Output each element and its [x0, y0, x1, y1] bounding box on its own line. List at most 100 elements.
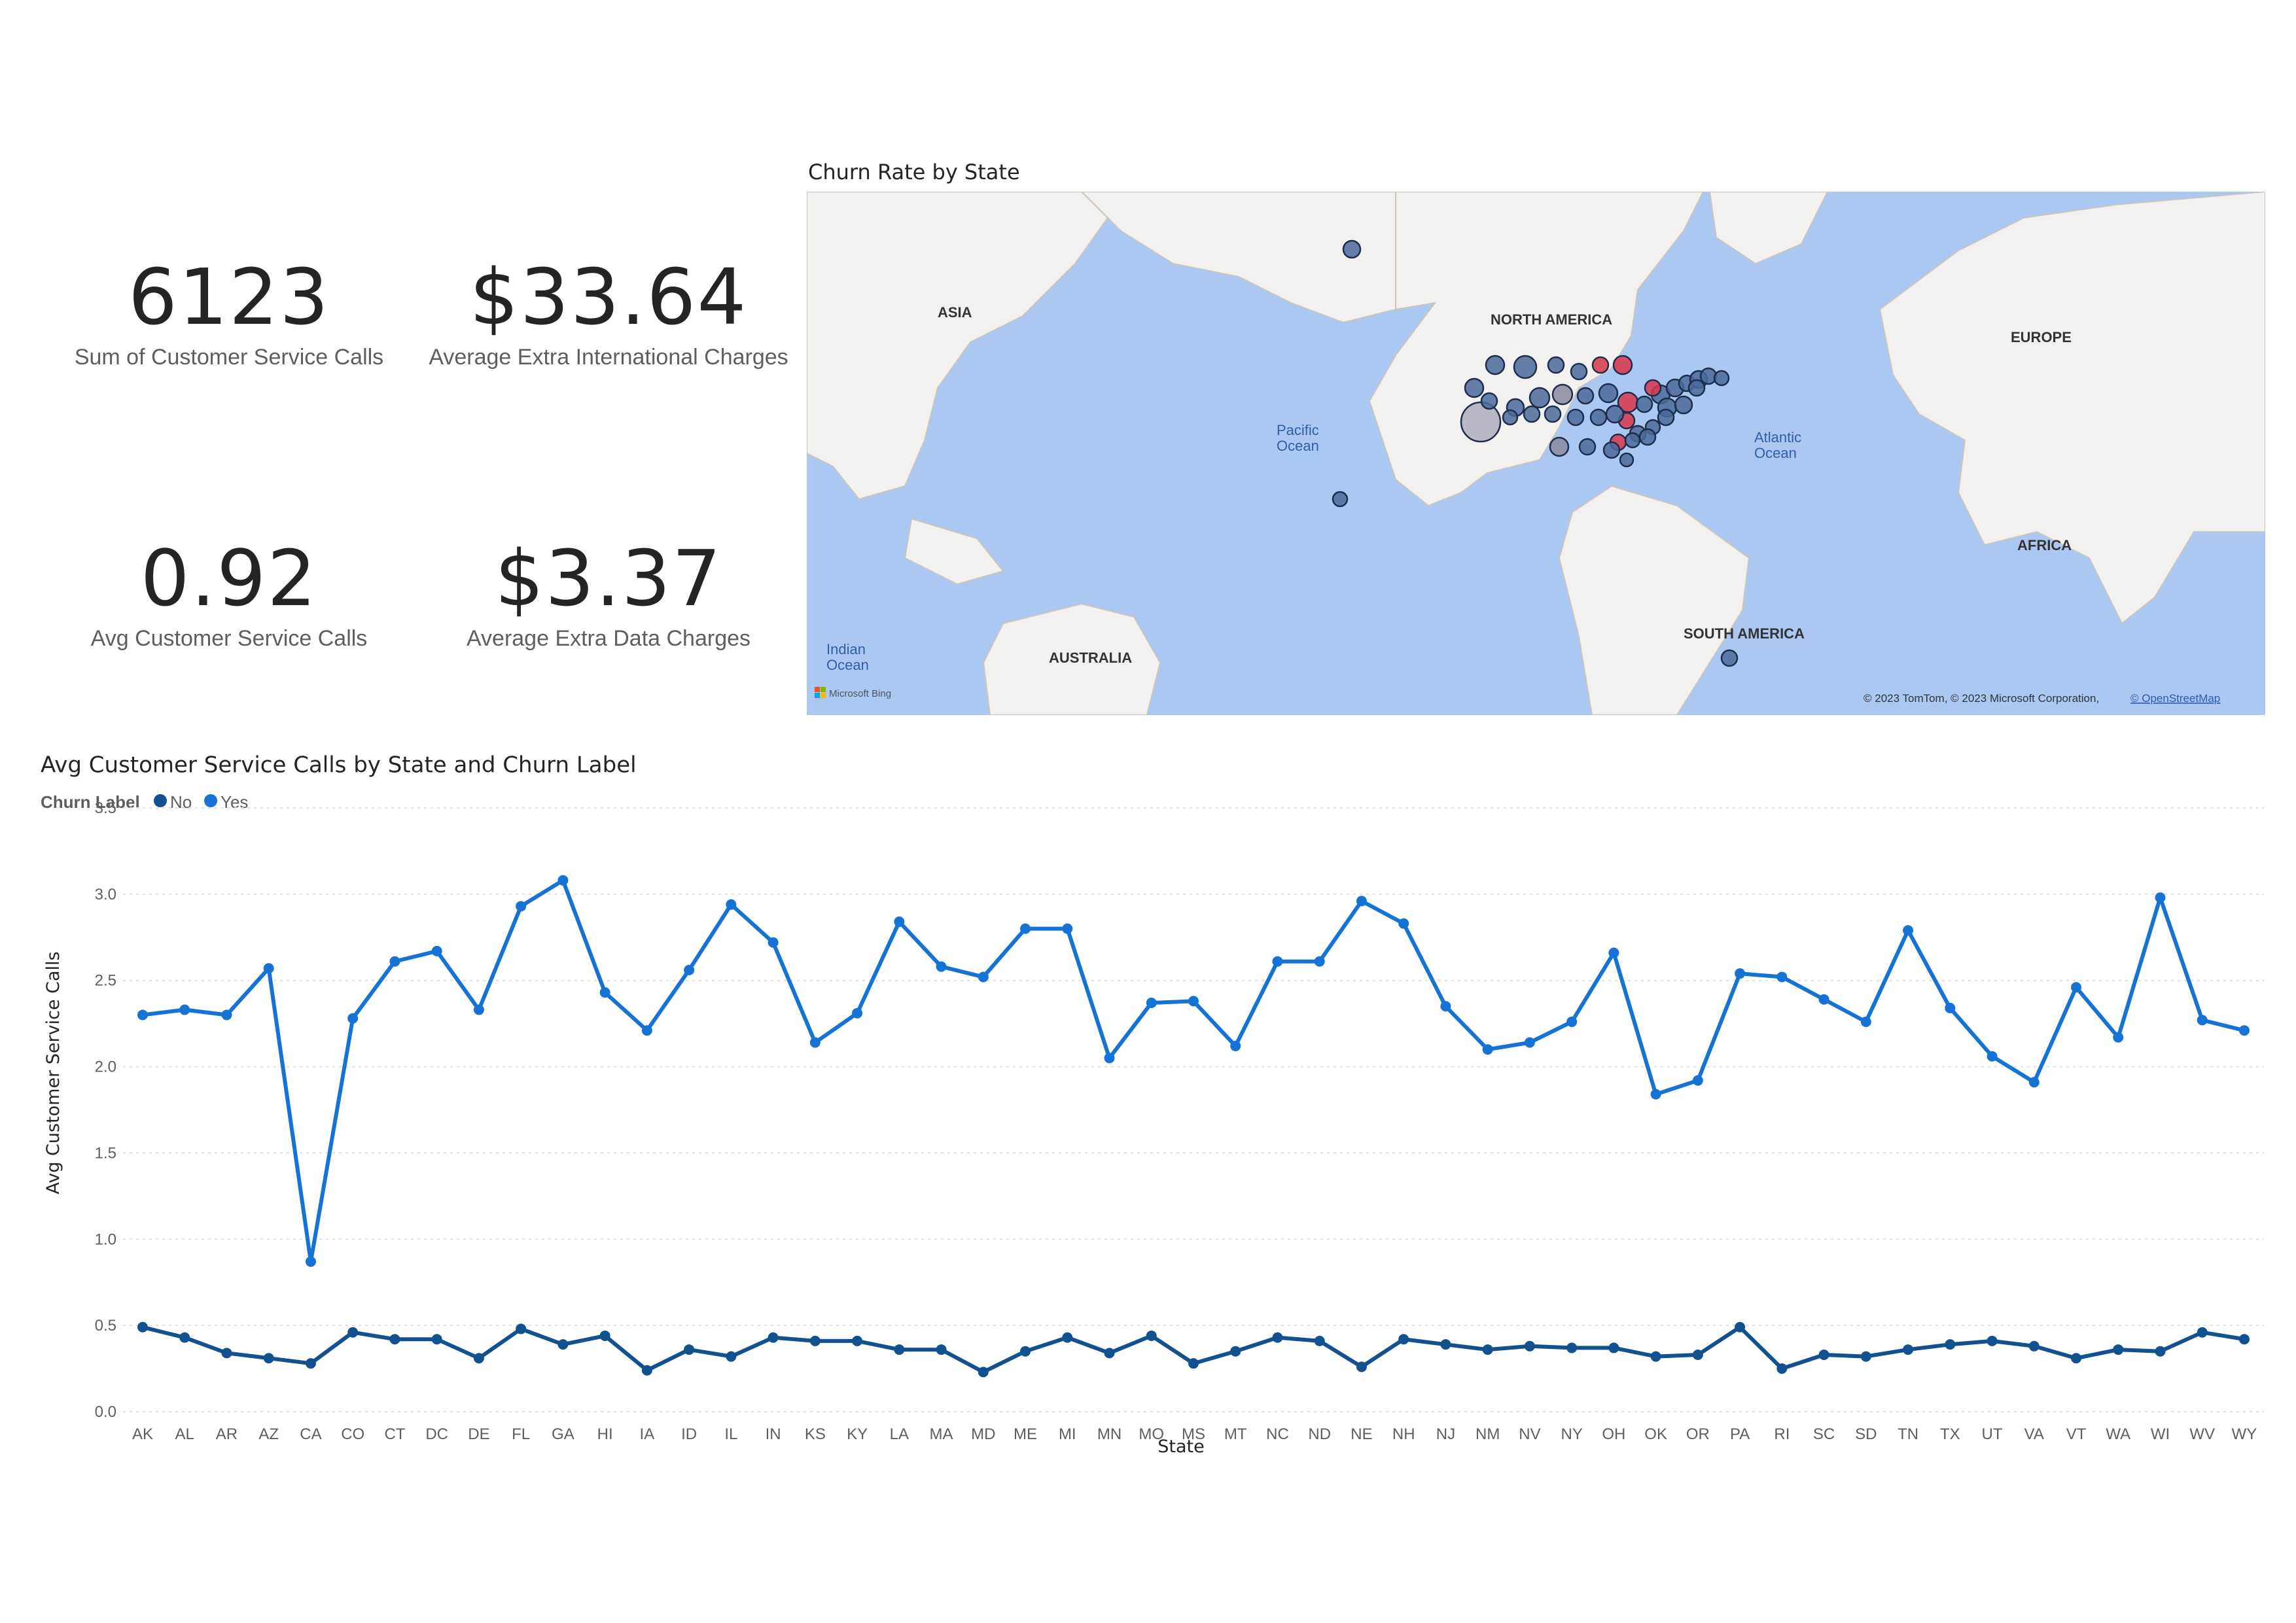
- data-point[interactable]: [1230, 1040, 1241, 1051]
- data-point[interactable]: [389, 1334, 400, 1345]
- data-point[interactable]: [179, 1004, 190, 1015]
- state-bubble[interactable]: [1523, 405, 1541, 423]
- data-point[interactable]: [1818, 994, 1829, 1005]
- data-point[interactable]: [1524, 1340, 1535, 1352]
- data-point[interactable]: [2028, 1077, 2040, 1088]
- state-bubble[interactable]: [1578, 438, 1597, 456]
- state-bubble[interactable]: [1464, 377, 1485, 398]
- data-point[interactable]: [1650, 1089, 1661, 1100]
- data-point[interactable]: [2113, 1032, 2124, 1043]
- data-point[interactable]: [516, 901, 527, 912]
- data-point[interactable]: [2028, 1340, 2040, 1352]
- data-point[interactable]: [1608, 1342, 1619, 1353]
- data-point[interactable]: [1188, 996, 1199, 1007]
- data-point[interactable]: [1482, 1044, 1493, 1055]
- data-point[interactable]: [1566, 1342, 1578, 1353]
- state-bubble[interactable]: [1460, 401, 1502, 443]
- data-point[interactable]: [1230, 1346, 1241, 1357]
- data-point[interactable]: [1903, 1344, 1914, 1355]
- state-bubble[interactable]: [1570, 362, 1588, 381]
- data-point[interactable]: [1104, 1348, 1115, 1359]
- state-bubble[interactable]: [1602, 441, 1621, 459]
- data-point[interactable]: [599, 987, 610, 998]
- state-bubble[interactable]: [1619, 452, 1634, 468]
- data-point[interactable]: [809, 1335, 821, 1346]
- state-bubble[interactable]: [1576, 387, 1595, 405]
- data-point[interactable]: [894, 916, 905, 928]
- data-point[interactable]: [1356, 896, 1367, 907]
- state-bubble[interactable]: [1638, 428, 1657, 446]
- data-point[interactable]: [2113, 1344, 2124, 1355]
- state-bubble[interactable]: [1551, 383, 1574, 406]
- data-point[interactable]: [1146, 997, 1157, 1008]
- data-point[interactable]: [221, 1009, 232, 1021]
- data-point[interactable]: [1776, 971, 1788, 983]
- data-point[interactable]: [894, 1344, 905, 1355]
- data-point[interactable]: [431, 945, 442, 956]
- state-bubble[interactable]: [1485, 355, 1506, 375]
- data-point[interactable]: [1860, 1017, 1871, 1028]
- data-point[interactable]: [1398, 918, 1409, 929]
- data-point[interactable]: [473, 1004, 484, 1015]
- data-point[interactable]: [1692, 1349, 1703, 1360]
- data-point[interactable]: [179, 1332, 190, 1343]
- data-point[interactable]: [1608, 947, 1619, 958]
- data-point[interactable]: [1692, 1075, 1703, 1086]
- data-point[interactable]: [2071, 982, 2082, 993]
- data-point[interactable]: [1945, 1002, 1956, 1013]
- state-bubble[interactable]: [1589, 408, 1608, 427]
- data-point[interactable]: [263, 963, 274, 974]
- data-point[interactable]: [1987, 1051, 1998, 1062]
- data-point[interactable]: [852, 1007, 863, 1019]
- data-point[interactable]: [557, 875, 569, 886]
- data-point[interactable]: [1104, 1053, 1115, 1064]
- data-point[interactable]: [1188, 1358, 1199, 1369]
- data-point[interactable]: [1566, 1017, 1578, 1028]
- osm-link[interactable]: © OpenStreetMap: [2130, 692, 2220, 705]
- state-bubble[interactable]: [1332, 491, 1349, 508]
- state-bubble[interactable]: [1674, 395, 1693, 415]
- legend-label-no[interactable]: No: [170, 792, 192, 812]
- state-bubble[interactable]: [1687, 379, 1706, 397]
- data-point[interactable]: [978, 1367, 989, 1378]
- state-bubble[interactable]: [1598, 383, 1619, 404]
- data-point[interactable]: [1356, 1361, 1367, 1372]
- data-point[interactable]: [557, 1339, 569, 1350]
- data-point[interactable]: [978, 971, 989, 983]
- data-point[interactable]: [1314, 956, 1325, 967]
- state-bubble[interactable]: [1657, 408, 1675, 427]
- state-bubble[interactable]: [1624, 432, 1641, 449]
- data-point[interactable]: [1314, 1335, 1325, 1346]
- state-bubble[interactable]: [1591, 356, 1610, 374]
- state-bubble[interactable]: [1342, 239, 1362, 259]
- state-bubble[interactable]: [1528, 387, 1551, 409]
- data-point[interactable]: [1062, 923, 1073, 934]
- data-point[interactable]: [473, 1353, 484, 1364]
- data-point[interactable]: [389, 956, 400, 967]
- data-point[interactable]: [1818, 1349, 1829, 1360]
- data-point[interactable]: [1776, 1363, 1788, 1374]
- churn-map[interactable]: ASIA NORTH AMERICA EUROPE AFRICA SOUTH A…: [807, 192, 2265, 715]
- data-point[interactable]: [684, 1344, 695, 1355]
- data-point[interactable]: [1062, 1332, 1073, 1343]
- data-point[interactable]: [726, 1351, 737, 1362]
- data-point[interactable]: [641, 1025, 652, 1036]
- state-bubble[interactable]: [1635, 395, 1653, 413]
- state-bubble[interactable]: [1547, 356, 1565, 374]
- data-point[interactable]: [516, 1323, 527, 1335]
- data-point[interactable]: [2155, 892, 2166, 903]
- data-point[interactable]: [221, 1348, 232, 1359]
- data-point[interactable]: [137, 1321, 148, 1333]
- state-bubble[interactable]: [1513, 355, 1538, 379]
- data-point[interactable]: [347, 1327, 359, 1338]
- data-point[interactable]: [1020, 1346, 1031, 1357]
- data-point[interactable]: [1398, 1334, 1409, 1345]
- state-bubble[interactable]: [1566, 408, 1585, 427]
- data-point[interactable]: [809, 1037, 821, 1048]
- data-point[interactable]: [726, 899, 737, 910]
- data-point[interactable]: [2197, 1327, 2208, 1338]
- data-point[interactable]: [2197, 1015, 2208, 1026]
- data-point[interactable]: [641, 1365, 652, 1376]
- data-point[interactable]: [1146, 1330, 1157, 1341]
- data-point[interactable]: [1440, 1339, 1451, 1350]
